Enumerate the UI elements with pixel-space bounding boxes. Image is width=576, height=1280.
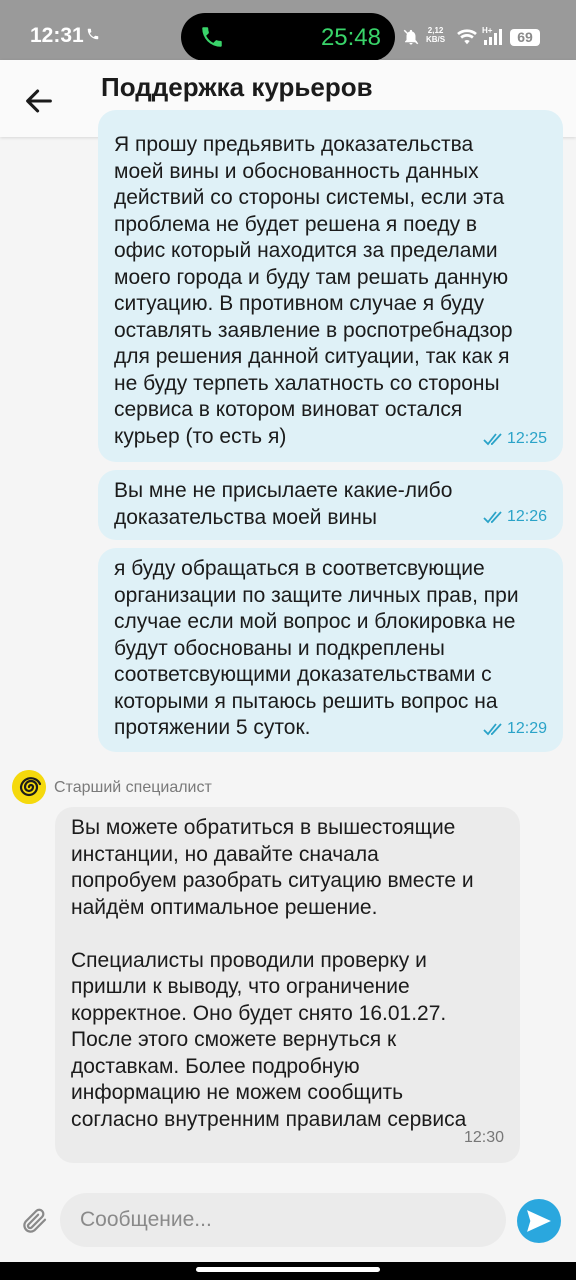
outgoing-message[interactable]: Вы мне не присылаете какие-либо доказате… <box>98 470 563 540</box>
double-check-icon <box>483 723 502 736</box>
status-bar: 12:31 25:48 2,12 KB/S H+ 69 <box>0 0 576 61</box>
paperclip-icon[interactable] <box>20 1206 50 1236</box>
signal-icon: H+ <box>482 26 502 45</box>
status-time: 12:31 <box>30 24 84 47</box>
arrow-left-icon[interactable] <box>22 84 56 118</box>
phone-icon <box>87 28 99 40</box>
sender-name: Старший специалист <box>54 779 212 796</box>
message-meta: 12:25 <box>483 426 547 453</box>
message-meta: 12:26 <box>483 504 547 531</box>
send-icon <box>527 1210 551 1232</box>
message-time: 12:30 <box>463 1128 504 1146</box>
message-input[interactable] <box>60 1193 506 1247</box>
mute-bell-icon <box>403 29 419 45</box>
call-phone-icon <box>202 27 222 47</box>
svg-text:H+: H+ <box>482 26 493 35</box>
call-pill[interactable]: 25:48 <box>181 13 395 61</box>
navigation-bar <box>0 1262 576 1280</box>
double-check-icon <box>483 433 502 446</box>
double-check-icon <box>483 511 502 524</box>
message-text: Я прошу предьявить доказательства моей в… <box>114 133 513 448</box>
message-time: 12:29 <box>506 719 547 737</box>
wifi-icon <box>457 29 477 45</box>
send-button[interactable] <box>517 1199 561 1243</box>
outgoing-message[interactable]: Я прошу предьявить доказательства моей в… <box>98 110 563 462</box>
message-composer <box>0 1182 576 1262</box>
message-meta: 12:29 <box>483 716 547 743</box>
message-time: 12:25 <box>506 429 547 447</box>
battery-indicator: 69 <box>510 29 540 46</box>
home-indicator[interactable] <box>196 1267 380 1272</box>
outgoing-message[interactable]: я буду обращаться в соответсвующие орган… <box>98 548 563 752</box>
incoming-message[interactable]: Вы можете обратиться в вышестоящие инста… <box>55 807 520 1163</box>
call-timer: 25:48 <box>320 24 381 51</box>
avatar[interactable] <box>12 770 46 804</box>
message-text: я буду обращаться в соответсвующие орган… <box>114 557 519 739</box>
message-time: 12:26 <box>506 507 547 525</box>
message-text: Вы можете обратиться в вышестоящие инста… <box>71 816 474 1131</box>
net-speed: 2,12 KB/S <box>426 26 446 44</box>
chat-title: Поддержка курьеров <box>101 72 373 102</box>
